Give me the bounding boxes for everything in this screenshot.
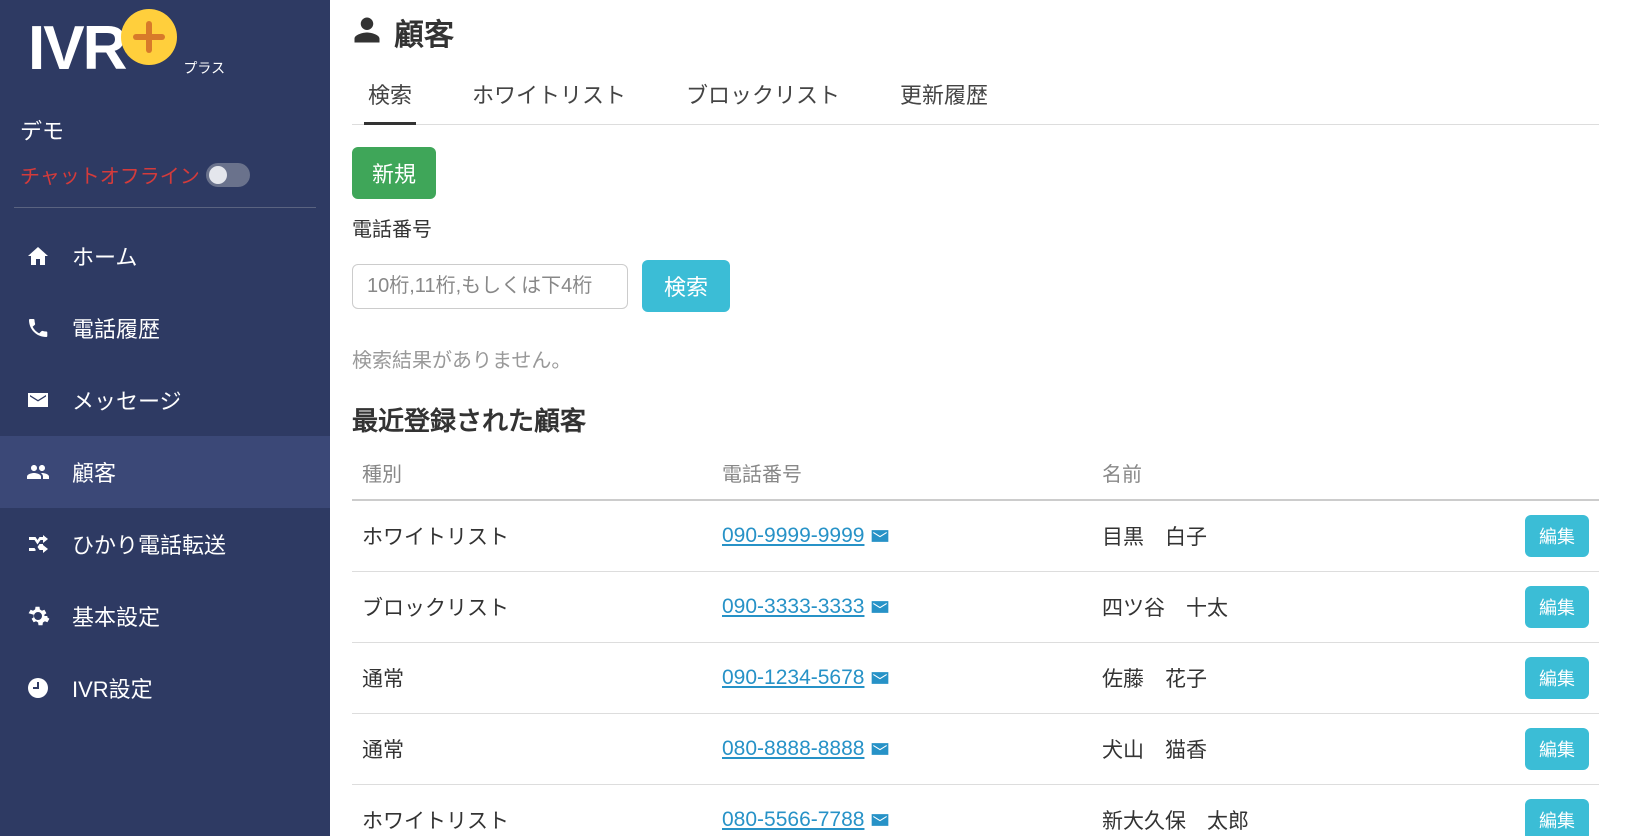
cell-name: 新大久保 太郎 (1092, 785, 1499, 836)
envelope-icon (24, 388, 52, 412)
sidebar-item-label: ホーム (72, 240, 137, 272)
page-title: 顧客 (394, 10, 454, 54)
clock-icon (24, 676, 52, 700)
tab-2[interactable]: ブロックリスト (682, 68, 844, 125)
column-header-action (1499, 446, 1599, 500)
cell-action: 編集 (1499, 572, 1599, 643)
phone-icon (24, 316, 52, 340)
recent-customers-table: 種別 電話番号 名前 ホワイトリスト090-9999-9999目黒 白子編集ブロ… (352, 446, 1599, 836)
home-icon (24, 244, 52, 268)
main-content: 顧客 検索ホワイトリストブロックリスト更新履歴 新規 電話番号 検索 検索結果が… (330, 0, 1629, 836)
logo: IVR プラス (0, 0, 330, 94)
phone-link[interactable]: 080-5566-7788 (722, 808, 864, 831)
sidebar-item-home[interactable]: ホーム (0, 220, 330, 292)
envelope-icon[interactable] (870, 599, 890, 615)
logo-subtitle: プラス (183, 58, 225, 78)
cell-phone: 090-1234-5678 (712, 643, 1092, 714)
cell-type: ホワイトリスト (352, 785, 712, 836)
plus-icon (121, 9, 177, 65)
sidebar-nav: ホーム電話履歴メッセージ顧客ひかり電話転送基本設定 IVR設定 (0, 220, 330, 724)
no-results-message: 検索結果がありません。 (352, 344, 1599, 373)
recent-customers-title: 最近登録された顧客 (352, 401, 1599, 438)
table-row: ホワイトリスト 080-5566-7788 新大久保 太郎編集 (352, 785, 1599, 836)
cell-phone: 090-3333-3333 (712, 572, 1092, 643)
cell-name: 佐藤 花子 (1092, 643, 1499, 714)
sidebar-item-clock[interactable]: IVR設定 (0, 652, 330, 724)
phone-link[interactable]: 090-1234-5678 (722, 666, 864, 689)
table-row: 通常 090-1234-5678 佐藤 花子編集 (352, 643, 1599, 714)
sidebar-item-phone[interactable]: 電話履歴 (0, 292, 330, 364)
sidebar-item-label: 基本設定 (72, 600, 160, 632)
column-header-phone: 電話番号 (712, 446, 1092, 500)
phone-link[interactable]: 090-3333-3333 (722, 595, 864, 618)
cell-type: 通常 (352, 714, 712, 785)
cell-action: 編集 (1499, 714, 1599, 785)
cell-type: ホワイトリスト (352, 500, 712, 572)
sidebar-item-label: IVR設定 (72, 672, 153, 704)
cell-name: 目黒 白子 (1092, 500, 1499, 572)
sidebar-divider (14, 207, 316, 208)
envelope-icon[interactable] (870, 812, 890, 828)
phone-link[interactable]: 080-8888-8888 (722, 737, 864, 760)
edit-button[interactable]: 編集 (1525, 586, 1589, 628)
chat-status-row: チャットオフライン (20, 160, 310, 189)
sidebar-item-label: 電話履歴 (72, 312, 160, 344)
phone-link[interactable]: 090-9999-9999 (722, 524, 864, 547)
sidebar-item-label: ひかり電話転送 (72, 528, 226, 560)
new-button[interactable]: 新規 (352, 147, 436, 199)
cell-phone: 080-8888-8888 (712, 714, 1092, 785)
sidebar-item-envelope[interactable]: メッセージ (0, 364, 330, 436)
tab-3[interactable]: 更新履歴 (896, 68, 992, 125)
cell-action: 編集 (1499, 643, 1599, 714)
table-row: 通常 080-8888-8888 犬山 猫香編集 (352, 714, 1599, 785)
cell-phone: 090-9999-9999 (712, 500, 1092, 572)
tabs: 検索ホワイトリストブロックリスト更新履歴 (352, 68, 1599, 125)
column-header-type: 種別 (352, 446, 712, 500)
user-icon (352, 15, 382, 50)
sidebar-item-label: メッセージ (72, 384, 182, 416)
logo-text: IVR (28, 18, 125, 80)
edit-button[interactable]: 編集 (1525, 728, 1589, 770)
column-header-name: 名前 (1092, 446, 1499, 500)
envelope-icon[interactable] (870, 741, 890, 757)
cell-type: ブロックリスト (352, 572, 712, 643)
table-row: ホワイトリスト 090-9999-9999 目黒 白子編集 (352, 500, 1599, 572)
chat-status-label: チャットオフライン (20, 160, 200, 189)
users-icon (24, 460, 52, 484)
edit-button[interactable]: 編集 (1525, 515, 1589, 557)
sidebar-item-gear[interactable]: 基本設定 (0, 580, 330, 652)
page-header: 顧客 (352, 10, 1599, 54)
gear-icon (24, 604, 52, 628)
edit-button[interactable]: 編集 (1525, 799, 1589, 836)
table-row: ブロックリスト 090-3333-3333 四ツ谷 十太編集 (352, 572, 1599, 643)
sidebar-item-shuffle[interactable]: ひかり電話転送 (0, 508, 330, 580)
envelope-icon[interactable] (870, 670, 890, 686)
sidebar: IVR プラス デモ チャットオフライン ホーム電話履歴メッセージ顧客ひかり電話… (0, 0, 330, 836)
cell-action: 編集 (1499, 500, 1599, 572)
edit-button[interactable]: 編集 (1525, 657, 1589, 699)
cell-name: 犬山 猫香 (1092, 714, 1499, 785)
envelope-icon[interactable] (870, 528, 890, 544)
tab-1[interactable]: ホワイトリスト (468, 68, 630, 125)
chat-toggle[interactable] (206, 163, 250, 187)
cell-action: 編集 (1499, 785, 1599, 836)
sidebar-item-users[interactable]: 顧客 (0, 436, 330, 508)
cell-type: 通常 (352, 643, 712, 714)
demo-label: デモ (20, 114, 310, 146)
cell-phone: 080-5566-7788 (712, 785, 1092, 836)
phone-search-input[interactable] (352, 264, 628, 309)
phone-field-label: 電話番号 (352, 213, 1599, 242)
sidebar-item-label: 顧客 (72, 456, 116, 488)
shuffle-icon (24, 532, 52, 556)
cell-name: 四ツ谷 十太 (1092, 572, 1499, 643)
search-button[interactable]: 検索 (642, 260, 730, 312)
tab-0[interactable]: 検索 (364, 68, 416, 125)
